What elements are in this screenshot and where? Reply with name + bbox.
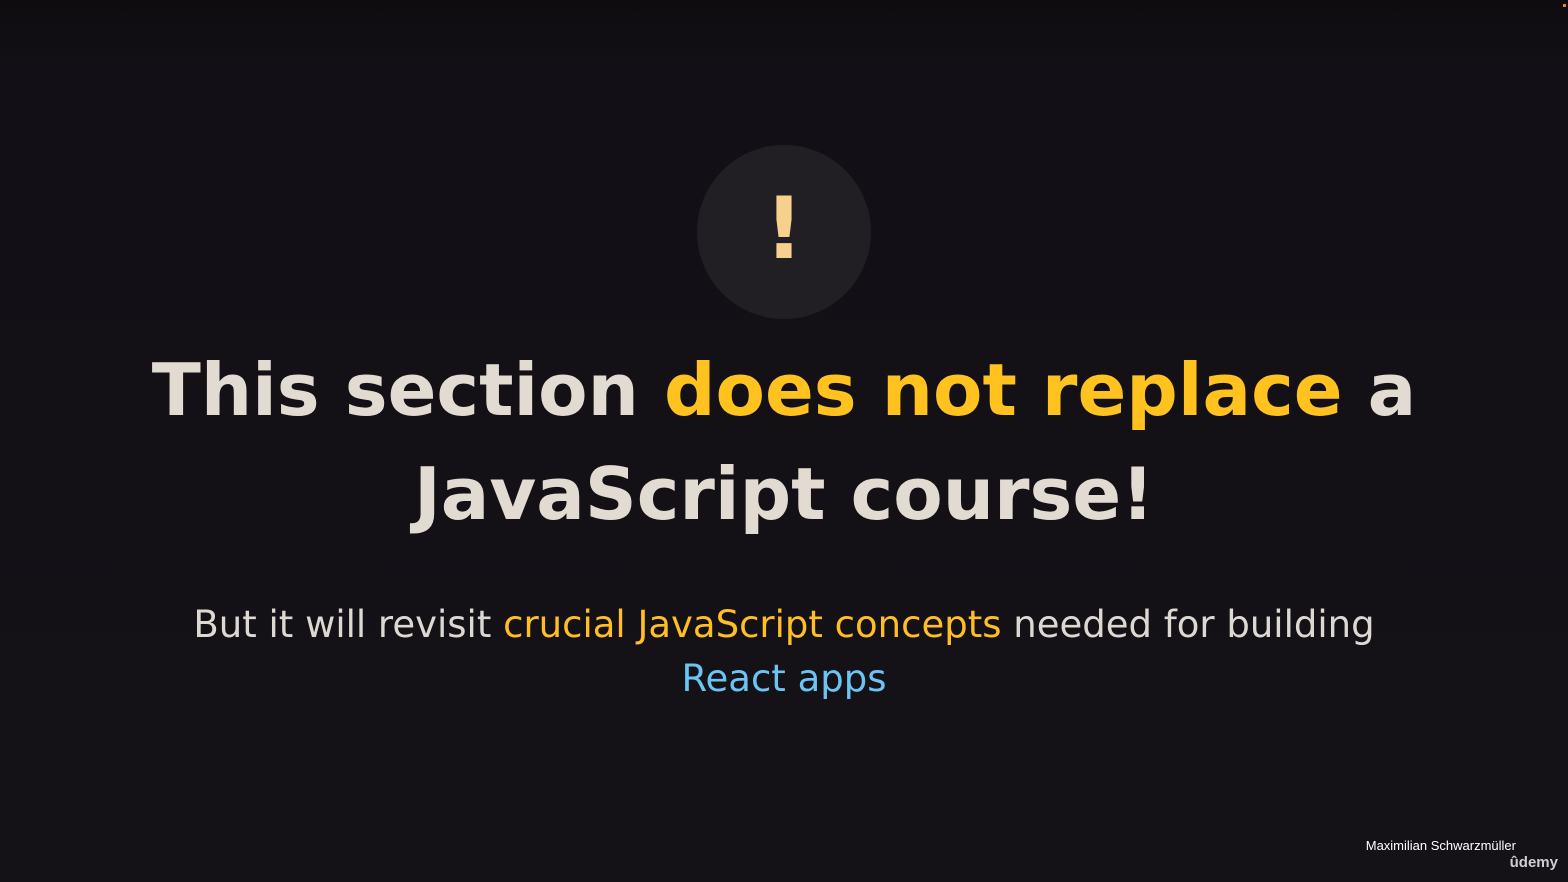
subline-text-middle: needed for building <box>1001 603 1375 646</box>
headline-highlight: does not replace <box>663 348 1343 432</box>
warning-badge: ! <box>697 145 871 319</box>
subline-highlight-concepts: crucial JavaScript concepts <box>503 603 1002 646</box>
author-watermark: Maximilian Schwarzmüller <box>1365 838 1516 853</box>
corner-marker <box>1563 4 1566 7</box>
udemy-logo: ûdemy <box>1509 854 1558 871</box>
headline-text-start: This section <box>151 348 664 432</box>
subline-highlight-react: React apps <box>681 657 887 700</box>
slide-subline: But it will revisit crucial JavaScript c… <box>184 598 1384 706</box>
slide-headline: This section does not replace a JavaScri… <box>84 338 1484 546</box>
exclamation-icon: ! <box>764 179 804 279</box>
slide: ! This section does not replace a JavaSc… <box>0 0 1568 882</box>
subline-text-start: But it will revisit <box>193 603 504 646</box>
